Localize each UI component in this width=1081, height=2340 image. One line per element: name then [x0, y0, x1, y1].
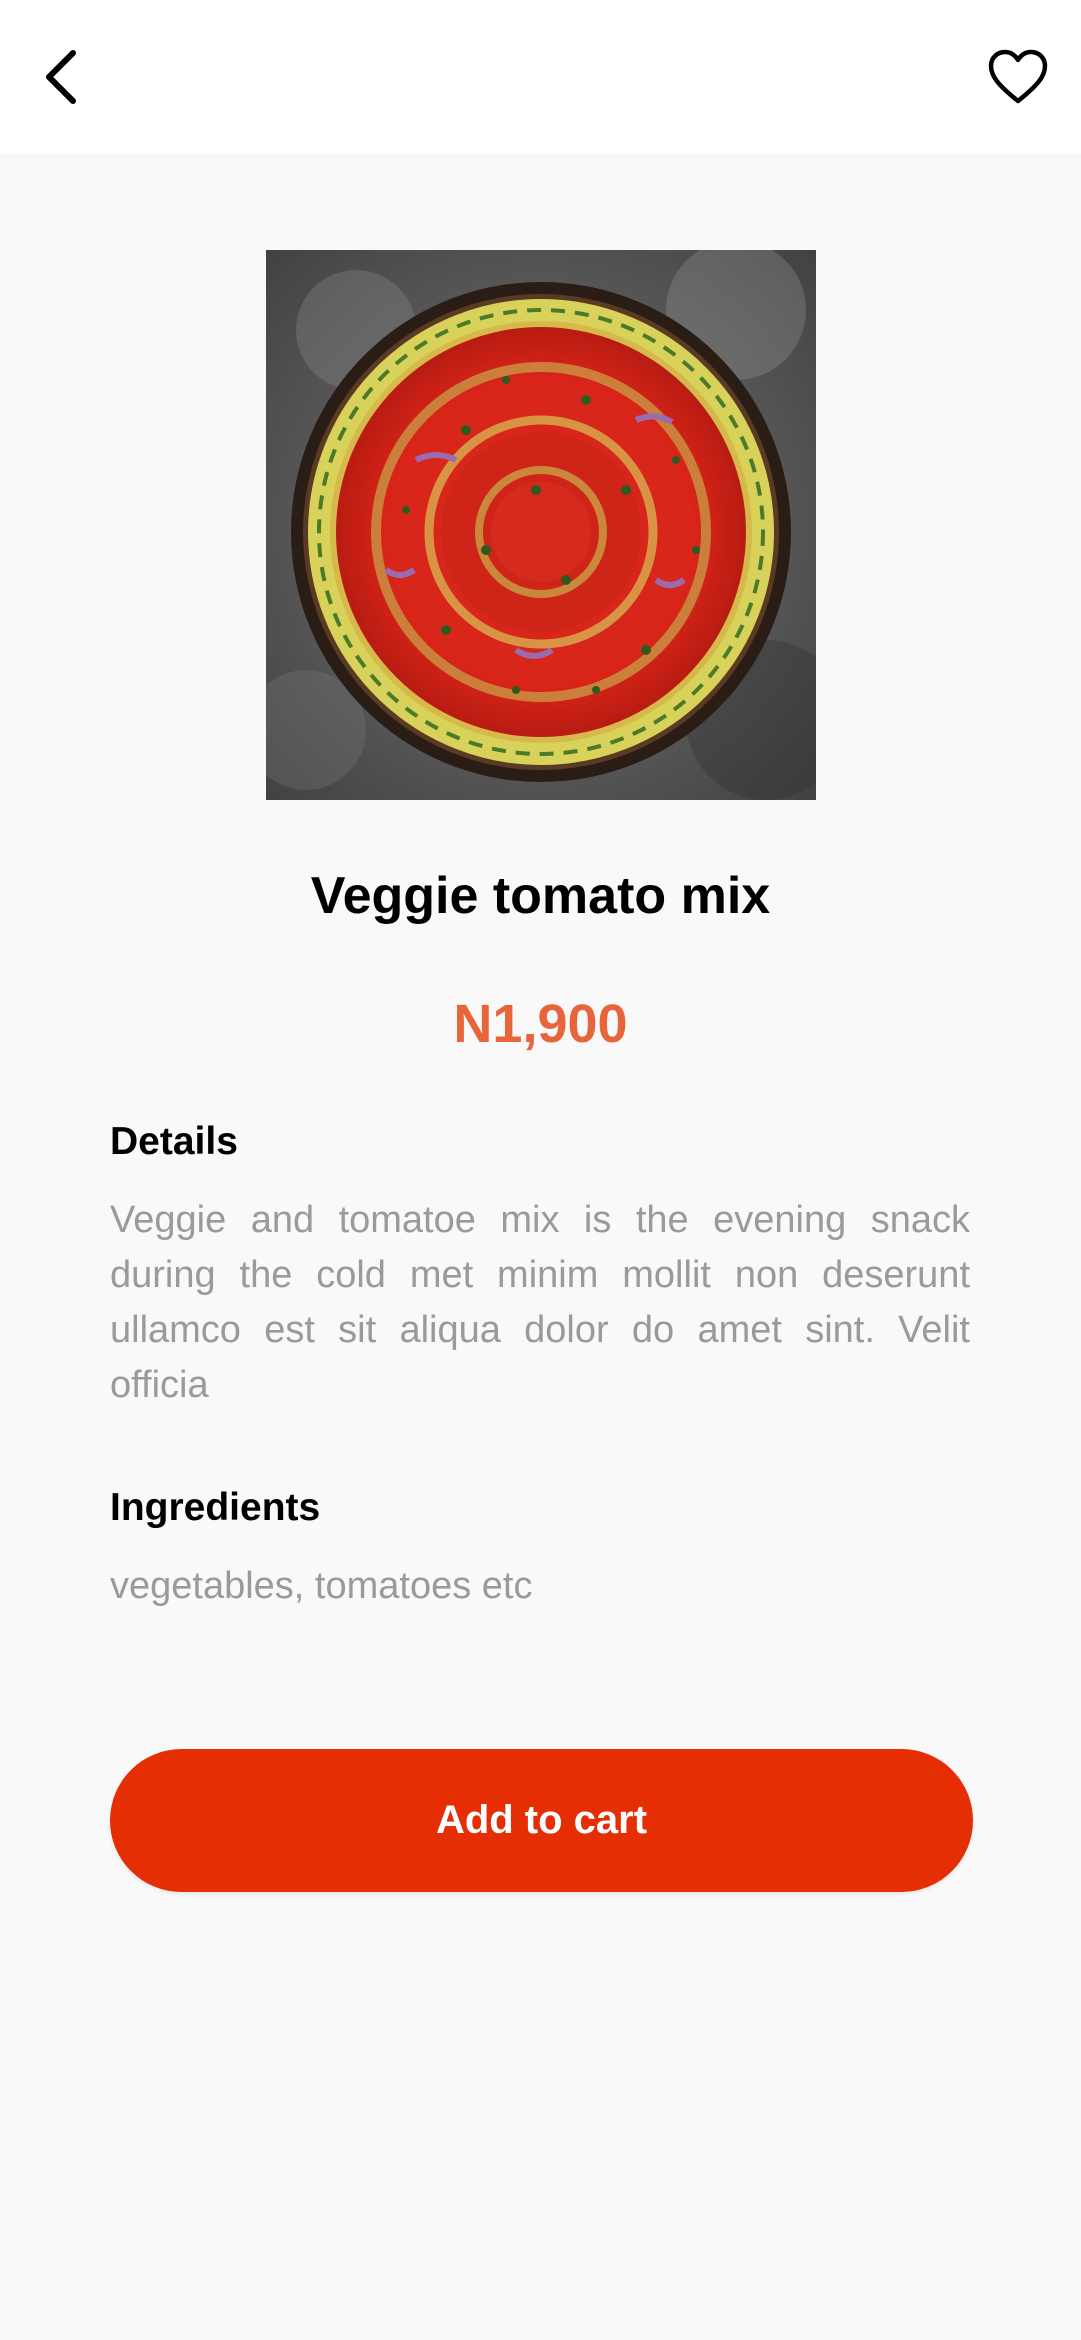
back-button[interactable]: [28, 36, 94, 118]
product-name: Veggie tomato mix: [310, 867, 771, 925]
add-to-cart-button[interactable]: Add to cart: [110, 1749, 973, 1892]
details-heading: Details: [110, 1120, 238, 1163]
product-price: N1,900: [453, 994, 628, 1054]
food-photo: [266, 250, 816, 800]
details-text: Veggie and tomatoe mix is the evening sn…: [110, 1199, 970, 1406]
ingredients-heading: Ingredients: [110, 1486, 321, 1529]
dish-image: [266, 250, 816, 800]
heart-outline-icon: [988, 49, 1048, 104]
ingredients-text: vegetables, tomatoes etc: [110, 1565, 533, 1607]
add-to-cart-label: Add to cart: [435, 1798, 648, 1842]
favorite-button[interactable]: [981, 38, 1055, 116]
product-detail-screen: Veggie tomato mix N1,900 Details Veggie …: [0, 0, 1081, 2340]
top-app-bar: [0, 0, 1081, 153]
chevron-left-icon: [46, 50, 76, 104]
